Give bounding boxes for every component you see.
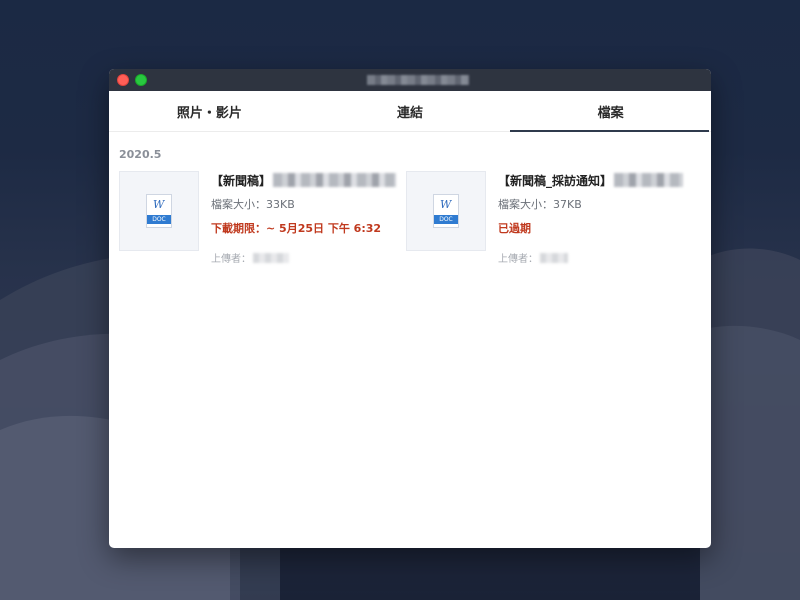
tab-label: 照片・影片 — [176, 105, 242, 121]
uploader: 上傳者： — [498, 250, 683, 265]
expired-status: 已過期 — [498, 222, 531, 235]
uploader: 上傳者： — [211, 250, 396, 265]
file-meta: 【新聞稿_採訪通知】 檔案大小：37KB 已過期 上傳者： — [498, 171, 683, 265]
tab-files[interactable]: 檔案 — [510, 91, 711, 132]
doc-tag: DOC — [434, 215, 458, 224]
word-doc-icon: W DOC — [433, 194, 459, 228]
file-thumbnail[interactable]: W DOC — [119, 171, 199, 251]
file-name-text: 【新聞稿】 — [211, 173, 272, 188]
file-name-redacted — [614, 173, 683, 187]
uploader-label: 上傳者： — [498, 254, 538, 265]
uploader-label: 上傳者： — [211, 254, 251, 265]
close-window-button[interactable] — [117, 74, 129, 86]
word-doc-icon: W DOC — [146, 194, 172, 228]
word-letter: W — [153, 198, 165, 211]
file-item[interactable]: W DOC 【新聞稿_採訪通知】 檔案大小：37KB 已過期 上傳者： — [406, 171, 693, 265]
file-item[interactable]: W DOC 【新聞稿】 檔案大小：33KB 下載期限：~ 5月25日 下午 6:… — [119, 171, 406, 265]
uploader-redacted — [253, 252, 289, 263]
uploader-redacted — [540, 252, 568, 263]
file-size: 檔案大小：33KB — [211, 198, 295, 211]
app-window: 照片・影片 連結 檔案 2020.5 W DOC 【新聞稿】 檔案大小：33KB… — [109, 69, 711, 548]
file-meta: 【新聞稿】 檔案大小：33KB 下載期限：~ 5月25日 下午 6:32 上傳者… — [211, 171, 396, 265]
title-bar — [109, 69, 711, 91]
file-name-redacted — [273, 173, 396, 187]
zoom-window-button[interactable] — [135, 74, 147, 86]
file-size: 檔案大小：37KB — [498, 198, 582, 211]
tab-label: 連結 — [397, 105, 424, 121]
file-thumbnail[interactable]: W DOC — [406, 171, 486, 251]
file-name-text: 【新聞稿_採訪通知】 — [498, 173, 613, 188]
window-title-redacted — [367, 75, 469, 85]
tab-bar: 照片・影片 連結 檔案 — [109, 91, 711, 132]
tab-links[interactable]: 連結 — [310, 91, 511, 131]
download-deadline: 下載期限：~ 5月25日 下午 6:32 — [211, 222, 382, 235]
file-name[interactable]: 【新聞稿】 — [211, 171, 396, 189]
date-group-label: 2020.5 — [119, 148, 162, 161]
file-name[interactable]: 【新聞稿_採訪通知】 — [498, 171, 683, 189]
tab-label: 檔案 — [597, 105, 624, 121]
files-panel: 2020.5 W DOC 【新聞稿】 檔案大小：33KB 下載期限：~ 5月25 — [109, 132, 711, 265]
tab-photos-videos[interactable]: 照片・影片 — [109, 91, 310, 131]
file-list: W DOC 【新聞稿】 檔案大小：33KB 下載期限：~ 5月25日 下午 6:… — [119, 171, 701, 265]
doc-tag: DOC — [147, 215, 171, 224]
word-letter: W — [440, 198, 452, 211]
